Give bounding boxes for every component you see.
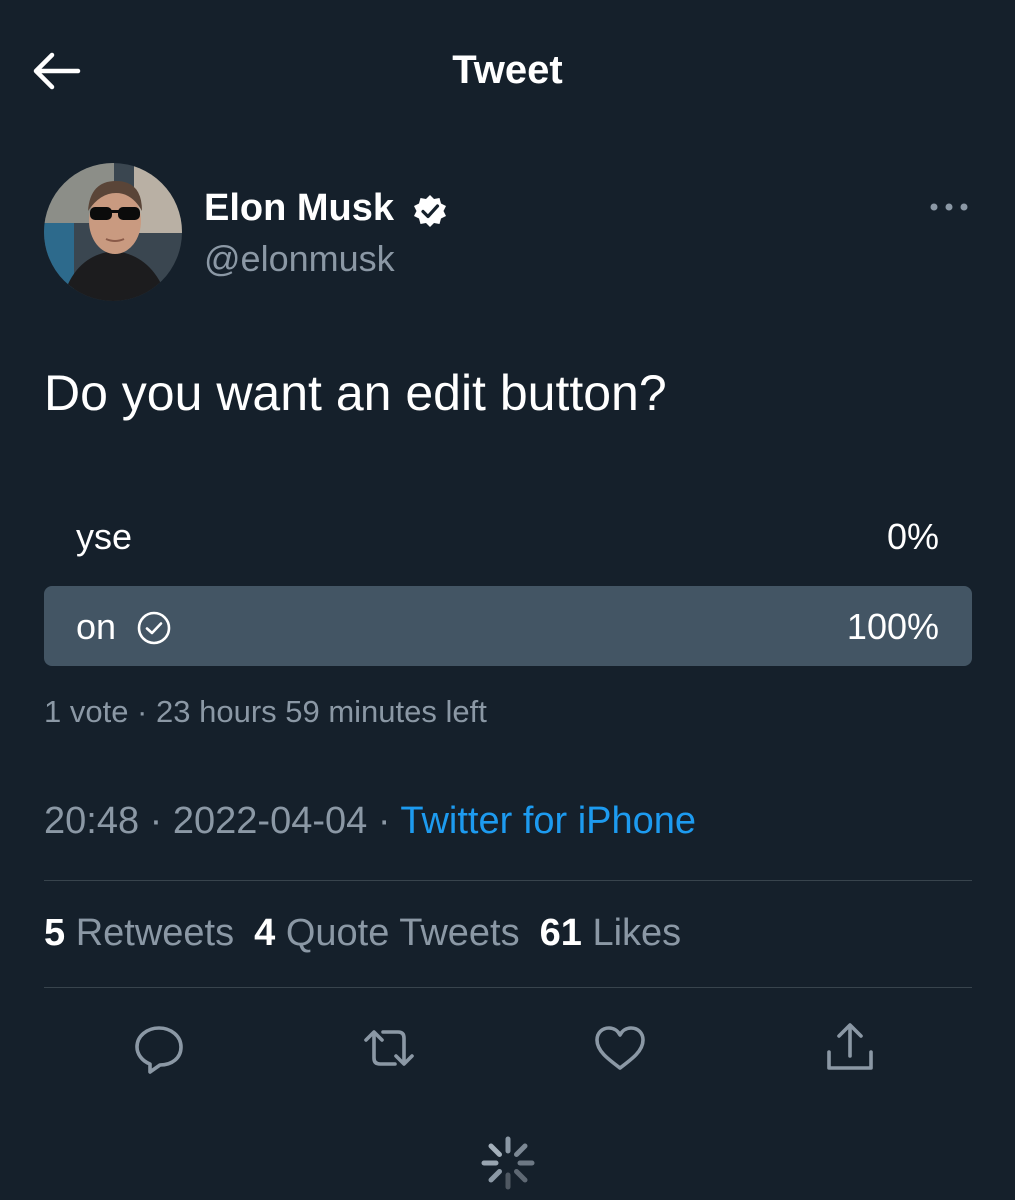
poll-bar bbox=[44, 586, 972, 666]
poll-option-percent: 100% bbox=[846, 606, 939, 647]
verified-badge-icon bbox=[412, 193, 448, 229]
quote-tweets-count: 4 bbox=[254, 912, 276, 954]
loading-spinner-icon bbox=[480, 1135, 536, 1191]
top-bar: Tweet bbox=[0, 0, 1015, 140]
tweet-date: 2022-04-04 bbox=[172, 800, 368, 842]
source-link[interactable]: Twitter for iPhone bbox=[400, 800, 696, 842]
quote-tweets-label: Quote Tweets bbox=[285, 912, 520, 954]
like-icon bbox=[595, 1026, 645, 1070]
likes-count: 61 bbox=[539, 912, 582, 954]
display-name[interactable]: Elon Musk bbox=[204, 187, 394, 230]
tweet-time: 20:48 bbox=[44, 800, 140, 842]
poll-option-2: on 100% bbox=[44, 586, 972, 666]
tweet-stats: 5 Retweets 4 Quote Tweets 61 Likes bbox=[44, 912, 701, 955]
retweet-button[interactable] bbox=[361, 1020, 417, 1076]
share-icon bbox=[827, 1023, 873, 1070]
ellipsis-icon bbox=[930, 203, 968, 211]
quote-tweets-stat[interactable]: 4 Quote Tweets bbox=[254, 912, 519, 954]
poll-option-label: yse bbox=[76, 516, 133, 557]
reply-button[interactable] bbox=[131, 1020, 187, 1076]
poll-option-1: yse 0% bbox=[44, 496, 972, 576]
tweet-author: Elon Musk @elonmusk bbox=[44, 163, 984, 303]
poll-option-percent: 0% bbox=[886, 516, 939, 557]
more-options-button[interactable] bbox=[926, 193, 972, 221]
divider bbox=[44, 880, 972, 881]
user-handle[interactable]: @elonmusk bbox=[204, 238, 395, 280]
likes-stat[interactable]: 61 Likes bbox=[540, 912, 682, 954]
tweet-text: Do you want an edit button? bbox=[44, 365, 667, 421]
retweet-icon bbox=[364, 1030, 414, 1066]
retweets-stat[interactable]: 5 Retweets bbox=[44, 912, 234, 954]
divider bbox=[44, 987, 972, 988]
retweets-count: 5 bbox=[44, 912, 66, 954]
like-button[interactable] bbox=[592, 1020, 648, 1076]
retweets-label: Retweets bbox=[75, 912, 235, 954]
share-button[interactable] bbox=[822, 1020, 878, 1076]
reply-icon bbox=[135, 1026, 183, 1074]
poll-status: 1 vote · 23 hours 59 minutes left bbox=[44, 694, 487, 729]
check-circle-icon bbox=[136, 610, 172, 646]
page-title: Tweet bbox=[452, 48, 563, 92]
poll-option-label: on bbox=[76, 606, 117, 647]
tweet-timestamp: 20:48 · 2022-04-04 · Twitter for iPhone bbox=[44, 800, 697, 842]
likes-label: Likes bbox=[592, 912, 682, 954]
avatar[interactable] bbox=[44, 163, 182, 301]
